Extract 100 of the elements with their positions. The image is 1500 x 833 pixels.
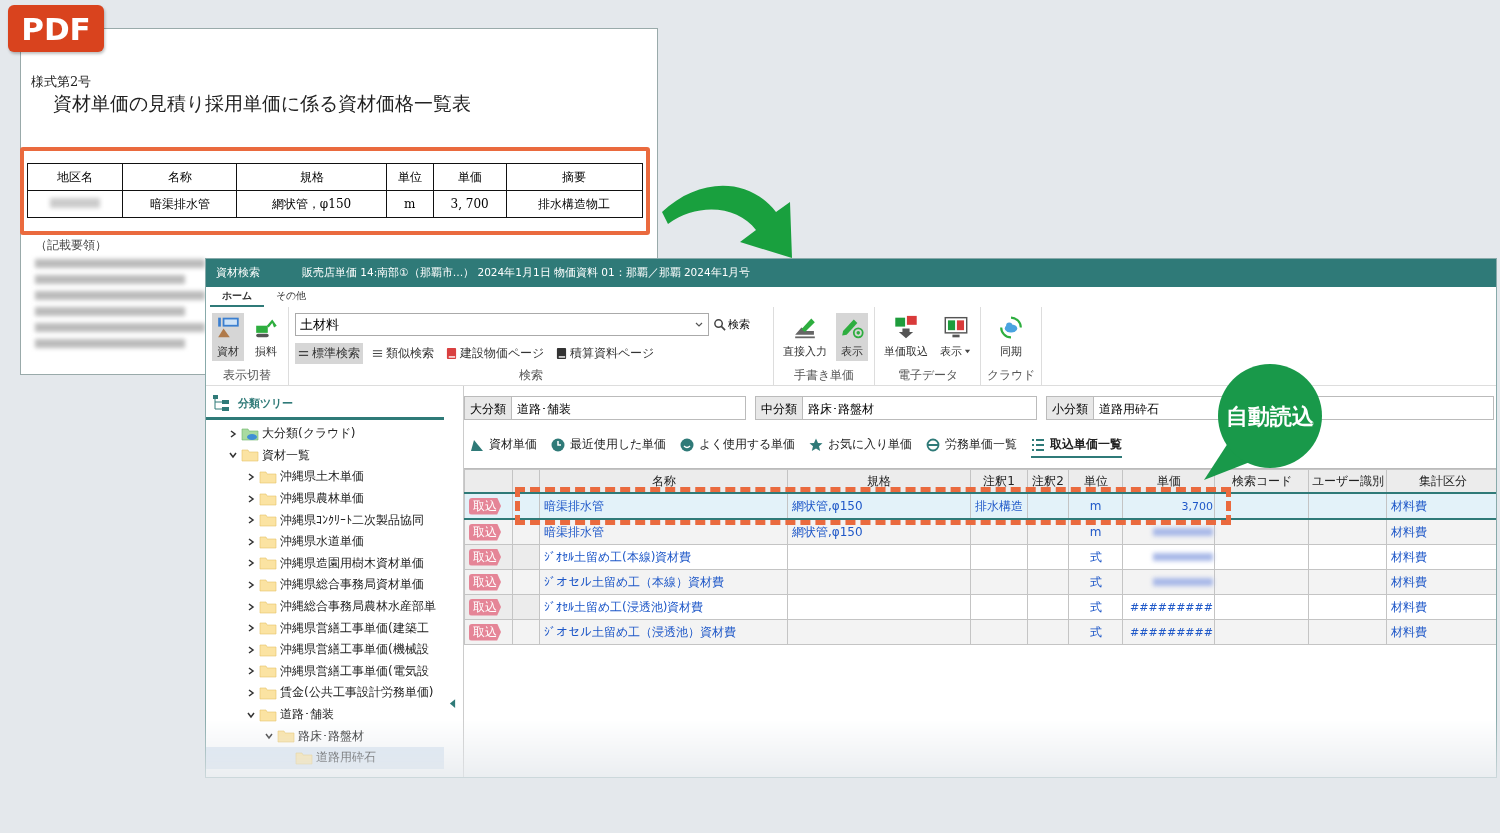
- search-option[interactable]: 標準検索: [295, 343, 363, 364]
- column-header[interactable]: 検索コード: [1214, 469, 1309, 493]
- tree-item[interactable]: 沖縄県総合事務局資材単価: [206, 574, 444, 596]
- filter-label: 中分類: [755, 396, 803, 420]
- table-cell: 式: [1089, 624, 1102, 639]
- column-header: 規格: [236, 163, 387, 191]
- star-icon: [809, 437, 823, 452]
- tree-item[interactable]: 沖縄県造園用樹木資材単価: [206, 552, 444, 575]
- table-cell: m: [386, 190, 434, 218]
- ribbon-button[interactable]: 表示: [937, 313, 974, 361]
- column-header: 摘要: [506, 163, 643, 191]
- tree-item[interactable]: 路床･路盤材: [206, 725, 444, 747]
- cloud-folder-icon: [241, 426, 259, 441]
- table-cell: ｼﾞｵｾﾙ土留め工(本線)資材費: [544, 549, 692, 564]
- column-header: 名称: [122, 163, 237, 191]
- table-row[interactable]: 取込 ｼﾞｵｾﾙ土留め工(浸透池)資材費 式 ######### 材料費: [464, 594, 1496, 620]
- tree-item[interactable]: 沖縄総合事務局農林水産部単: [206, 595, 444, 618]
- folder-icon: [277, 729, 295, 744]
- folder-icon: [259, 707, 277, 722]
- tree-item[interactable]: 大分類(クラウド): [206, 423, 444, 445]
- column-header: 単価: [433, 163, 507, 191]
- helmet-icon: [926, 437, 940, 452]
- group-label: 表示切替: [223, 367, 271, 384]
- table-cell: 材料費: [1391, 549, 1427, 564]
- table-cell: #########: [1130, 600, 1213, 614]
- list-tab[interactable]: 資材単価: [470, 436, 537, 458]
- list-tab[interactable]: 取込単価一覧: [1031, 436, 1122, 458]
- table-cell: ｼﾞオセル土留め工（本線）資材費: [544, 574, 724, 589]
- tree-item[interactable]: 沖縄県営繕工事単価(建築工: [206, 617, 444, 639]
- folder-icon: [259, 513, 277, 528]
- tree-item[interactable]: 沖縄県営繕工事単価(電気設: [206, 660, 444, 683]
- table-row[interactable]: 取込 暗渠排水管 網状管,φ150 m 材料費: [464, 519, 1496, 545]
- pdf-badge: PDF: [8, 5, 104, 52]
- folder-icon: [259, 470, 277, 484]
- folder-icon: [259, 534, 277, 549]
- ribbon-tab[interactable]: その他: [264, 287, 318, 307]
- filter-field[interactable]: 路床･路盤材: [803, 396, 1037, 420]
- filter-field[interactable]: 道路･舗装: [512, 396, 746, 420]
- ribbon-button[interactable]: 表示: [836, 313, 868, 361]
- window-title: 資材検索: [216, 266, 260, 280]
- group-label: 検索: [519, 367, 543, 384]
- tree-item[interactable]: 道路･舗装: [206, 703, 444, 726]
- materials-icon: [215, 315, 241, 340]
- column-header[interactable]: 集計区分: [1386, 469, 1496, 493]
- search-button[interactable]: 検索: [713, 317, 750, 332]
- filter-label: 小分類: [1046, 396, 1094, 420]
- table-row[interactable]: 取込 ｼﾞオセル土留め工（浸透池）資材費 式 ######### 材料費: [464, 619, 1496, 645]
- blurred-text: [50, 198, 101, 208]
- equals-icon: [298, 348, 309, 359]
- column-header: 単位: [386, 163, 434, 191]
- table-cell: 式: [1089, 549, 1102, 564]
- table-cell: 暗渠排水管: [544, 498, 604, 513]
- column-header: 地区名: [27, 163, 123, 191]
- collapse-icon[interactable]: [449, 698, 456, 709]
- folder-icon: [259, 599, 277, 614]
- tree-item[interactable]: 資材一覧: [206, 444, 444, 467]
- list-tab[interactable]: 労務単価一覧: [926, 436, 1017, 458]
- table-row[interactable]: 取込 ｼﾞｵｾﾙ土留め工(本線)資材費 式 材料費: [464, 544, 1496, 570]
- search-icon: [713, 318, 726, 331]
- ribbon-tab[interactable]: ホーム: [210, 287, 264, 307]
- tree-item[interactable]: 沖縄県営繕工事単価(機械設: [206, 638, 444, 661]
- list-tab[interactable]: 最近使用した単価: [551, 436, 666, 458]
- table-cell: 材料費: [1391, 599, 1427, 614]
- book-icon: [446, 348, 457, 359]
- ribbon-button[interactable]: 資材: [212, 313, 244, 361]
- list-tab[interactable]: よく使用する単価: [680, 436, 795, 458]
- book-icon: [556, 348, 567, 359]
- table-cell: 材料費: [1391, 624, 1427, 639]
- ribbon-button[interactable]: 直接入力: [780, 313, 830, 361]
- folder-icon: [295, 750, 313, 765]
- ribbon-button[interactable]: 同期: [995, 313, 1027, 361]
- folder-icon: [259, 642, 277, 657]
- tree-item[interactable]: 沖縄県ｺﾝｸﾘｰﾄ二次製品協同: [206, 509, 444, 531]
- table-cell: 網状管,φ150: [792, 498, 863, 513]
- search-option[interactable]: 類似検索: [369, 343, 437, 364]
- lines-icon: [372, 348, 383, 359]
- tree-item[interactable]: 沖縄県農林単価: [206, 487, 444, 510]
- folder-icon: [259, 664, 277, 679]
- ribbon-button[interactable]: 単価取込: [881, 313, 931, 361]
- folder-icon: [259, 577, 277, 592]
- filter-label: 大分類: [464, 396, 512, 420]
- tree-item[interactable]: 沖縄県水道単価: [206, 530, 444, 553]
- tree-item[interactable]: 賃金(公共工事設計労務単価): [206, 682, 444, 704]
- table-cell: 式: [1089, 599, 1102, 614]
- column-header[interactable]: ユーザー識別: [1308, 469, 1387, 493]
- table-row[interactable]: 取込 ｼﾞオセル土留め工（本線）資材費 式 材料費: [464, 569, 1496, 595]
- table-cell: 材料費: [1391, 498, 1427, 513]
- group-label: 手書き単価: [794, 367, 854, 384]
- table-cell: m: [1089, 525, 1102, 539]
- tree-item[interactable]: 沖縄県土木単価: [206, 466, 444, 488]
- table-cell: 暗渠排水管: [544, 524, 604, 539]
- search-combo-box[interactable]: 土材料: [295, 313, 709, 336]
- ribbon-button[interactable]: 損料: [250, 313, 282, 361]
- list-tab[interactable]: お気に入り単価: [809, 436, 912, 458]
- table-cell: m: [1089, 499, 1102, 513]
- table-row[interactable]: 取込 暗渠排水管 網状管,φ150 排水構造 m 3,700 材料費: [464, 493, 1496, 519]
- cloud-sync-icon: [998, 315, 1024, 340]
- search-option[interactable]: 建設物価ページ: [443, 343, 547, 364]
- table-cell: 暗渠排水管: [122, 190, 237, 218]
- search-option[interactable]: 積算資料ページ: [553, 343, 657, 364]
